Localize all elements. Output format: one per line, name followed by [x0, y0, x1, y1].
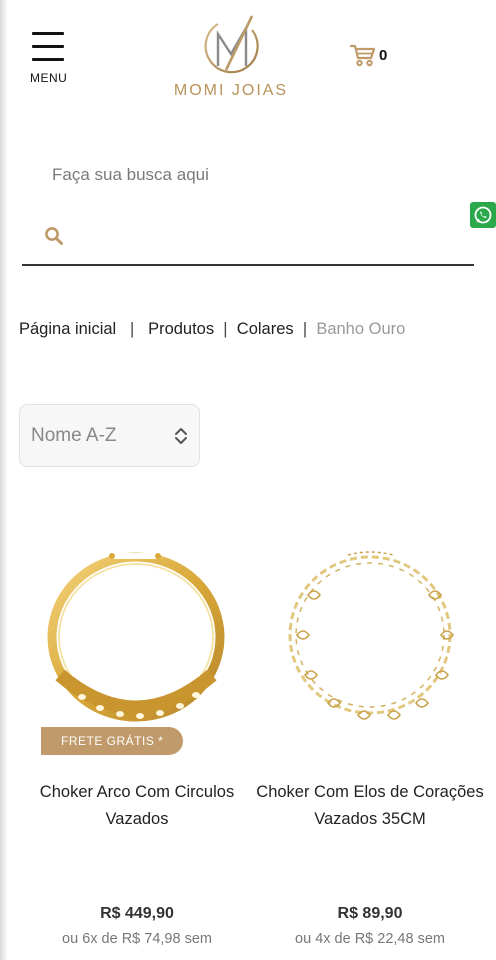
product-card[interactable]: FRETE GRÁTIS * Choker Arco Com Circulos … — [20, 525, 254, 947]
menu-icon-bar — [32, 58, 64, 61]
search-box — [22, 210, 474, 266]
breadcrumb-separator: | — [130, 320, 135, 338]
product-name[interactable]: Choker Arco Com Circulos Vazados — [20, 779, 254, 833]
product-installments: ou 4x de R$ 22,48 sem — [295, 931, 445, 947]
sort-arrows-icon — [175, 428, 187, 444]
product-card[interactable]: Choker Com Elos de Corações Vazados 35CM… — [253, 525, 487, 947]
breadcrumb-colares[interactable]: Colares — [237, 320, 294, 338]
sort-selected-value: Nome A-Z — [31, 425, 117, 446]
breadcrumb-home[interactable]: Página inicial — [19, 320, 116, 338]
logo-mark-icon — [204, 15, 259, 74]
menu-icon — [32, 32, 64, 35]
product-installments: ou 6x de R$ 74,98 sem — [62, 931, 212, 947]
product-price: R$ 449,90 — [100, 905, 174, 922]
breadcrumb-separator: | — [302, 320, 308, 338]
product-image[interactable] — [253, 525, 487, 760]
free-shipping-badge: FRETE GRÁTIS * — [41, 727, 184, 755]
menu-icon-bar — [32, 45, 64, 48]
breadcrumb-current: Banho Ouro — [316, 320, 406, 338]
choker-arc-image — [47, 552, 225, 722]
product-name[interactable]: Choker Com Elos de Corações Vazados 35CM — [253, 779, 487, 833]
product-image[interactable]: FRETE GRÁTIS * — [20, 525, 254, 760]
menu-button[interactable]: MENU — [28, 30, 68, 86]
breadcrumb-separator: | — [223, 320, 228, 338]
cart-icon — [350, 44, 376, 67]
breadcrumb: Página inicial | Produtos | Colares | Ba… — [19, 320, 405, 339]
breadcrumb-produtos[interactable]: Produtos — [148, 320, 214, 338]
search-title: Faça sua busca aqui — [52, 165, 209, 184]
logo-text: MOMI JOIAS — [173, 82, 289, 99]
whatsapp-button[interactable] — [470, 202, 496, 228]
whatsapp-icon — [474, 206, 492, 224]
search-icon[interactable] — [44, 226, 64, 251]
menu-label: MENU — [30, 71, 68, 85]
brand-logo[interactable]: MOMI JOIAS — [172, 10, 290, 105]
edge-shadow — [0, 0, 8, 960]
search-input[interactable] — [78, 220, 458, 256]
sort-select[interactable]: Nome A-Z — [19, 404, 200, 467]
cart-count: 0 — [379, 46, 388, 64]
choker-hearts-image — [288, 551, 455, 720]
product-price: R$ 89,90 — [337, 905, 403, 922]
cart-button[interactable]: 0 — [350, 40, 387, 70]
